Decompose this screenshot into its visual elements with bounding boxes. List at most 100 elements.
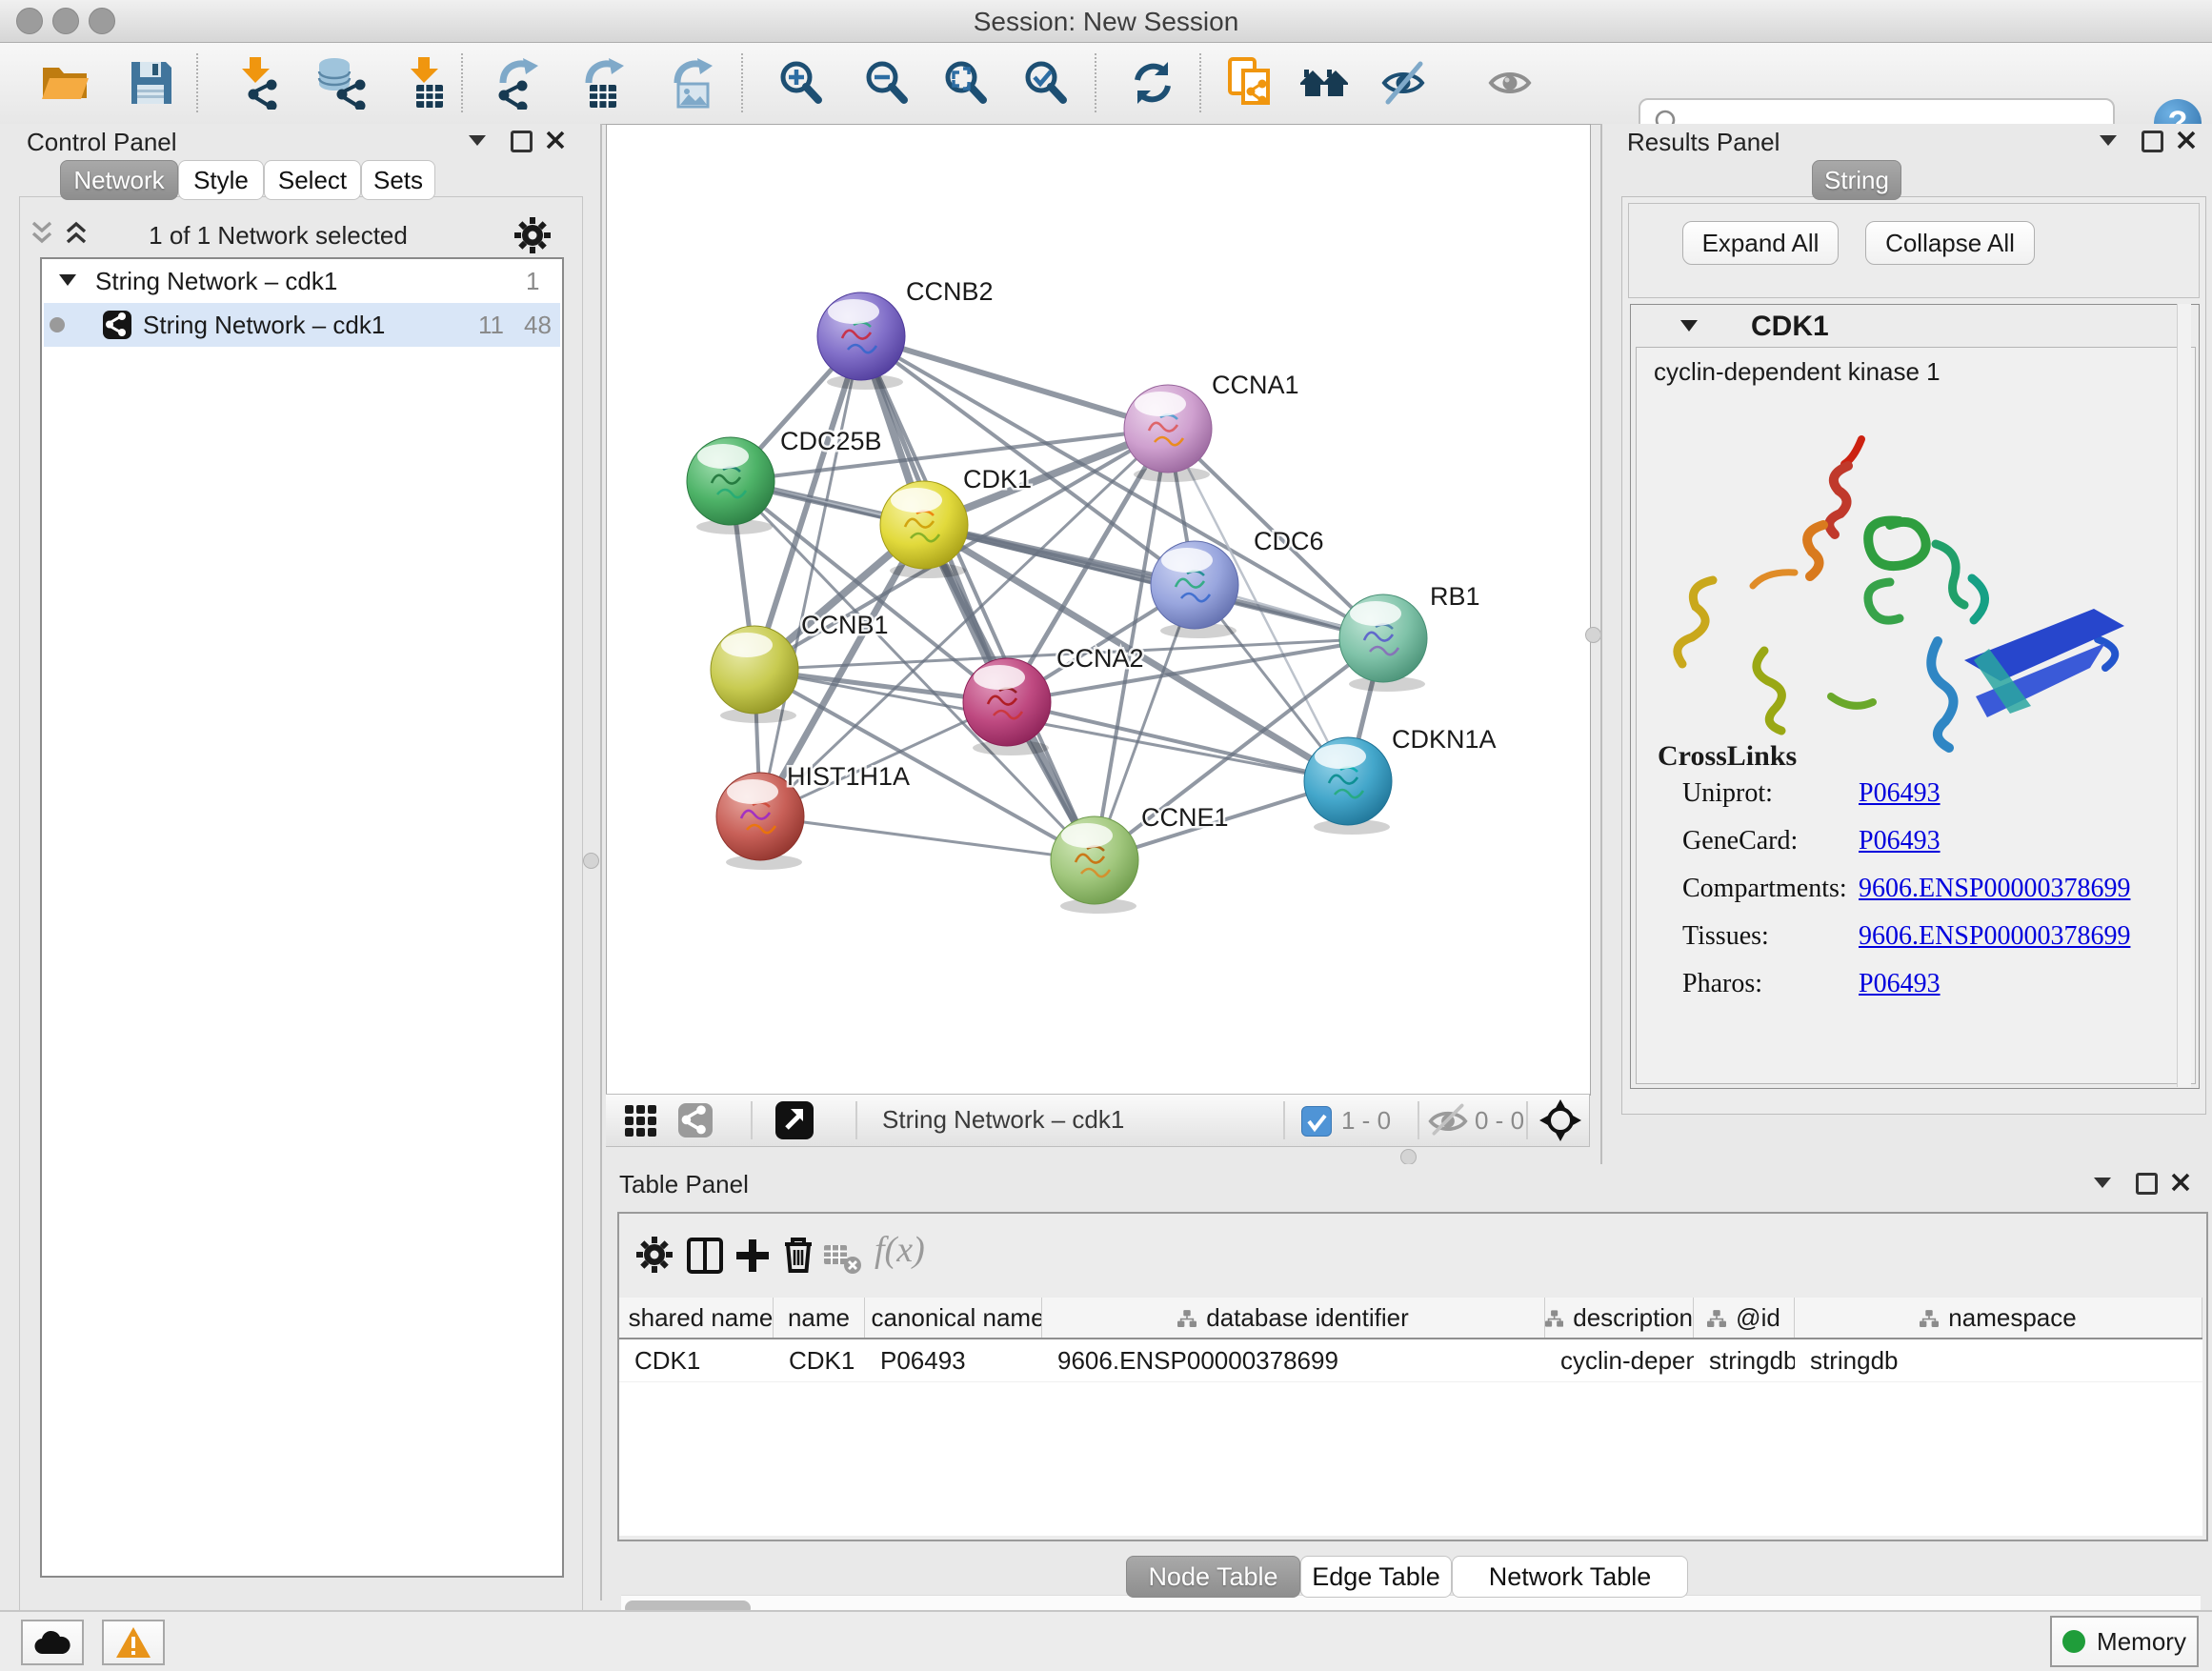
first-neighbors-houses-icon[interactable] <box>1297 56 1351 110</box>
import-network-icon[interactable] <box>231 56 284 110</box>
column-header-@id[interactable]: @id <box>1694 1298 1795 1338</box>
network-collection-row[interactable]: String Network – cdk1 1 <box>42 259 562 301</box>
table-row[interactable]: CDK1CDK1P064939606.ENSP00000378699cyclin… <box>619 1339 2202 1382</box>
column-header-database-identifier[interactable]: database identifier <box>1042 1298 1545 1338</box>
right-splitter-handle[interactable] <box>1585 627 1601 643</box>
warning-status-button[interactable] <box>102 1620 165 1665</box>
crosslink-link[interactable]: 9606.ENSP00000378699 <box>1859 921 2130 952</box>
zoom-fit-icon[interactable] <box>938 56 992 110</box>
crosslink-link[interactable]: P06493 <box>1859 826 1941 856</box>
tab-style[interactable]: Style <box>178 160 264 200</box>
fit-target-icon[interactable] <box>1539 1099 1581 1141</box>
table-cell[interactable]: P06493 <box>865 1339 1042 1381</box>
table-cell[interactable]: CDK1 <box>774 1339 865 1381</box>
tab-select[interactable]: Select <box>264 160 361 200</box>
show-hidden-eye-icon[interactable] <box>1483 56 1537 110</box>
tab-string[interactable]: String <box>1812 160 1901 200</box>
tab-network-table[interactable]: Network Table <box>1452 1556 1688 1598</box>
results-scrollbar[interactable] <box>2177 304 2191 1087</box>
expand-all-button[interactable]: Expand All <box>1682 221 1839 265</box>
memory-button[interactable]: Memory <box>2050 1616 2199 1667</box>
panel-menu-caret-icon[interactable] <box>469 135 486 146</box>
table-panel: Table Panel f(x) shared namenamecanonica… <box>606 1164 2212 1610</box>
crosslink-link[interactable]: 9606.ENSP00000378699 <box>1859 874 2130 904</box>
title-bar: Session: New Session <box>0 0 2212 43</box>
zoom-out-icon[interactable] <box>859 56 913 110</box>
export-network-icon[interactable] <box>493 56 546 110</box>
panel-float-icon[interactable] <box>2136 1173 2158 1195</box>
table-cell[interactable]: cyclin-dependent ... <box>1545 1339 1694 1381</box>
import-table-icon[interactable] <box>399 56 452 110</box>
network-edge[interactable] <box>760 816 1095 860</box>
hidden-eye-slash-icon[interactable] <box>1427 1103 1469 1137</box>
panel-close-icon[interactable] <box>2170 1172 2191 1193</box>
selected-checkbox-icon[interactable] <box>1301 1106 1332 1137</box>
fx-function-icon[interactable]: f(x) <box>875 1229 925 1271</box>
crosslink-row: Uniprot:P06493 <box>1682 778 2178 809</box>
table-cell[interactable]: stringdb:9... <box>1694 1339 1795 1381</box>
delete-column-trash-icon[interactable] <box>779 1235 817 1275</box>
network-list: String Network – cdk1 1 String Network –… <box>40 257 564 1578</box>
separator <box>1418 1101 1419 1139</box>
string-share-icon[interactable] <box>678 1103 713 1137</box>
delete-table-icon[interactable] <box>823 1240 863 1275</box>
table-gear-icon[interactable] <box>636 1237 673 1273</box>
tab-sets[interactable]: Sets <box>361 160 435 200</box>
export-table-icon[interactable] <box>578 56 632 110</box>
crosslink-row: Compartments:9606.ENSP00000378699 <box>1682 874 2178 904</box>
column-header-name[interactable]: name <box>774 1298 865 1338</box>
export-image-icon[interactable] <box>667 56 720 110</box>
open-in-new-icon[interactable] <box>775 1101 814 1139</box>
table-cell[interactable]: 9606.ENSP00000378699 <box>1042 1339 1545 1381</box>
crosslink-link[interactable]: P06493 <box>1859 969 1941 999</box>
network-row-selected[interactable]: String Network – cdk1 11 48 <box>44 303 560 347</box>
import-network-from-database-icon[interactable] <box>313 56 367 110</box>
panel-float-icon[interactable] <box>2142 131 2163 152</box>
network-collection-label: String Network – cdk1 <box>95 267 337 296</box>
table-cell[interactable]: stringdb <box>1795 1339 2202 1381</box>
tab-edge-table[interactable]: Edge Table <box>1300 1556 1452 1598</box>
network-edge[interactable] <box>760 336 861 816</box>
gene-disclosure-icon[interactable] <box>1680 320 1698 332</box>
network-graph[interactable]: CCNB2CCNA1CDC25BCDK1CDC6RB1CCNB1CCNA2CDK… <box>607 125 1590 1095</box>
column-header-canonical-name[interactable]: canonical name <box>865 1298 1042 1338</box>
birdseye-grid-icon[interactable] <box>625 1105 656 1137</box>
gear-icon[interactable] <box>514 217 551 253</box>
tab-network[interactable]: Network <box>60 160 178 200</box>
horizontal-splitter-handle[interactable] <box>1400 1149 1417 1165</box>
table-cell[interactable]: CDK1 <box>619 1339 774 1381</box>
cloud-status-button[interactable] <box>21 1620 84 1665</box>
column-header-namespace[interactable]: namespace <box>1795 1298 2202 1338</box>
column-header-shared-name[interactable]: shared name <box>619 1298 774 1338</box>
crosslink-link[interactable]: P06493 <box>1859 778 1941 809</box>
collection-disclosure-icon[interactable] <box>59 274 76 286</box>
column-header-label: description <box>1573 1303 1693 1333</box>
network-canvas[interactable]: CCNB2CCNA1CDC25BCDK1CDC6RB1CCNB1CCNA2CDK… <box>606 124 1591 1096</box>
collapse-all-button[interactable]: Collapse All <box>1865 221 2035 265</box>
open-session-icon[interactable] <box>38 56 91 110</box>
panel-float-icon[interactable] <box>511 131 533 152</box>
refresh-layout-icon[interactable] <box>1126 56 1179 110</box>
left-splitter-handle[interactable] <box>583 853 599 869</box>
network-edge[interactable] <box>861 336 1168 429</box>
column-header-label: canonical name <box>871 1303 1042 1333</box>
column-header-description[interactable]: description <box>1545 1298 1694 1338</box>
tab-node-table[interactable]: Node Table <box>1126 1556 1300 1598</box>
add-column-icon[interactable] <box>734 1237 772 1275</box>
panel-menu-caret-icon[interactable] <box>2100 135 2117 146</box>
crosslinks-title: CrossLinks <box>1658 740 1797 773</box>
network-view-toolbar: String Network – cdk1 1 - 0 0 - 0 <box>606 1094 1590 1147</box>
split-columns-icon[interactable] <box>686 1237 724 1275</box>
panel-menu-caret-icon[interactable] <box>2094 1178 2111 1188</box>
separator <box>1526 1101 1528 1139</box>
duplicate-network-icon[interactable] <box>1224 56 1277 110</box>
tree-hierarchy-icon <box>1920 1309 1939 1327</box>
hide-selected-eye-slash-icon[interactable] <box>1377 56 1430 110</box>
save-session-icon[interactable] <box>124 56 177 110</box>
zoom-selected-icon[interactable] <box>1018 56 1072 110</box>
warning-icon <box>115 1626 151 1659</box>
collection-count: 1 <box>526 267 539 296</box>
panel-close-icon[interactable] <box>545 130 566 151</box>
zoom-in-icon[interactable] <box>774 56 827 110</box>
panel-close-icon[interactable] <box>2176 130 2197 151</box>
